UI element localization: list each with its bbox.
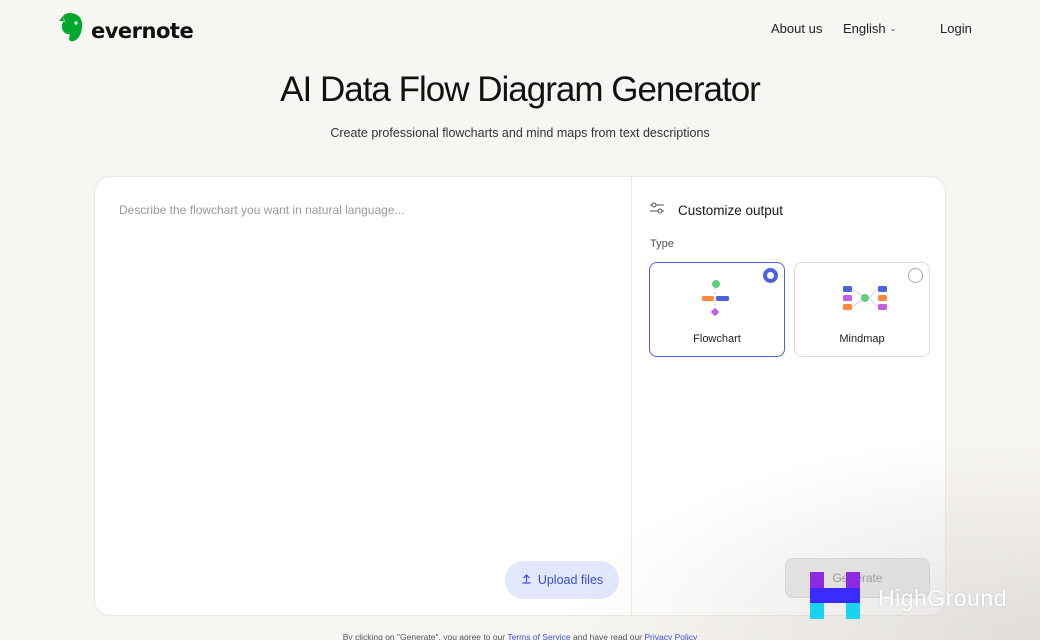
- watermark-text: HighGround: [878, 584, 1008, 611]
- upload-icon: [521, 573, 532, 587]
- flowchart-label: Flowchart: [693, 333, 741, 345]
- chevron-down-icon: ⌄: [889, 24, 897, 33]
- customize-pane: Customize output Type Flowchart Mindmap: [632, 177, 945, 615]
- flowchart-radio[interactable]: [763, 268, 778, 283]
- sliders-icon: [650, 201, 664, 219]
- brand-name: evernote: [91, 18, 194, 43]
- top-header: evernote About us English ⌄ Login: [0, 0, 1040, 58]
- customize-title: Customize output: [678, 202, 784, 218]
- language-label: English: [843, 21, 886, 36]
- prompt-pane: Upload files: [95, 177, 631, 615]
- nav-about-link[interactable]: About us: [771, 21, 822, 36]
- mindmap-label: Mindmap: [839, 333, 885, 345]
- terms-notice: By clicking on "Generate", you agree to …: [0, 632, 1040, 640]
- type-option-mindmap[interactable]: Mindmap: [794, 262, 930, 357]
- highground-logo-icon: [810, 572, 860, 624]
- terms-prefix: By clicking on "Generate", you agree to …: [342, 632, 506, 640]
- login-link[interactable]: Login: [940, 21, 972, 36]
- generator-card: Upload files Customize output Type: [94, 176, 946, 616]
- prompt-textarea[interactable]: [119, 203, 599, 563]
- page-title: AI Data Flow Diagram Generator: [280, 70, 761, 109]
- highground-watermark: HighGround: [810, 572, 1007, 624]
- flowchart-icon: [698, 279, 732, 324]
- type-option-flowchart[interactable]: Flowchart: [649, 262, 785, 357]
- page-subtitle: Create professional flowcharts and mind …: [330, 126, 710, 140]
- language-selector[interactable]: English ⌄: [843, 21, 896, 36]
- terms-middle: and have read our: [573, 632, 643, 640]
- elephant-icon: [57, 12, 85, 49]
- mindmap-icon: [843, 279, 887, 324]
- evernote-logo[interactable]: evernote: [57, 12, 194, 49]
- upload-files-label: Upload files: [537, 573, 604, 587]
- terms-of-service-link[interactable]: Terms of Service: [507, 632, 570, 640]
- mindmap-radio[interactable]: [908, 268, 923, 283]
- privacy-policy-link[interactable]: Privacy Policy: [644, 632, 697, 640]
- upload-files-button[interactable]: Upload files: [505, 561, 619, 599]
- type-label: Type: [650, 238, 674, 250]
- customize-header: Customize output: [650, 201, 783, 219]
